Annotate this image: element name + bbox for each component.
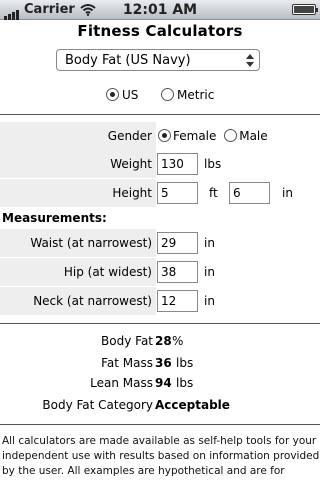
unit-us-option[interactable]: US (106, 87, 138, 102)
gender-female-label: Female (173, 128, 217, 143)
unit-metric-radio[interactable] (161, 88, 174, 101)
battery-icon (292, 4, 318, 15)
height-label: Height (112, 186, 152, 200)
lean-mass-label: Lean Mass (90, 376, 153, 390)
neck-label: Neck (at narrowest) (33, 294, 152, 308)
body-fat-value: 28 (155, 334, 172, 348)
unit-metric-label: Metric (177, 87, 215, 102)
result-body-fat: Body Fat 28 % (0, 334, 320, 352)
gender-row: Gender Female Male (0, 122, 320, 150)
gender-male-radio[interactable] (224, 129, 238, 142)
weight-input[interactable]: 130 (157, 153, 198, 175)
weight-row: Weight 130 lbs (0, 150, 320, 178)
weight-unit: lbs (204, 157, 222, 171)
divider (0, 114, 320, 115)
waist-input[interactable]: 29 (157, 232, 198, 254)
hip-label: Hip (at widest) (63, 265, 152, 279)
fat-mass-value: 36 (155, 356, 172, 370)
divider (0, 323, 320, 324)
result-lean-mass: Lean Mass 94 lbs (0, 376, 320, 394)
status-time: 12:01 AM (122, 2, 198, 18)
gender-label: Gender (107, 129, 152, 143)
gender-male-label: Male (239, 128, 268, 143)
calculator-select[interactable]: Body Fat (US Navy) (56, 49, 260, 71)
height-feet-unit: ft (209, 186, 218, 200)
weight-label: Weight (110, 157, 152, 171)
waist-row: Waist (at narrowest) 29 in (0, 229, 320, 257)
page-title: Fitness Calculators (77, 22, 243, 40)
measurements-heading: Measurements: (2, 211, 107, 225)
disclaimer-text: All calculators are made available as se… (2, 435, 320, 477)
status-bar: Carrier 12:01 AM (0, 0, 320, 20)
calculator-select-value: Body Fat (US Navy) (65, 53, 191, 68)
divider (0, 424, 320, 425)
select-arrows-icon (245, 52, 255, 68)
category-value: Acceptable (155, 398, 230, 412)
body-fat-unit: % (172, 334, 184, 348)
height-row: Height 5 ft 6 in (0, 179, 320, 207)
result-fat-mass: Fat Mass 36 lbs (0, 356, 320, 374)
gender-female-radio[interactable] (158, 129, 171, 142)
waist-unit: in (204, 236, 215, 250)
fat-mass-label: Fat Mass (101, 356, 153, 370)
neck-row: Neck (at narrowest) 12 in (0, 287, 320, 315)
lean-mass-value: 94 (155, 376, 172, 390)
result-category: Body Fat Category Acceptable (0, 398, 320, 416)
unit-us-radio[interactable] (106, 88, 119, 101)
category-label: Body Fat Category (42, 398, 153, 412)
hip-input[interactable]: 38 (157, 261, 198, 283)
fat-mass-unit: lbs (176, 356, 194, 370)
neck-unit: in (204, 294, 215, 308)
unit-metric-option[interactable]: Metric (161, 87, 214, 102)
neck-input[interactable]: 12 (157, 290, 198, 312)
hip-unit: in (204, 265, 215, 279)
lean-mass-unit: lbs (176, 376, 194, 390)
hip-row: Hip (at widest) 38 in (0, 258, 320, 286)
unit-us-label: US (122, 87, 139, 102)
height-inches-unit: in (282, 186, 293, 200)
height-inches-input[interactable]: 6 (229, 182, 270, 204)
body-fat-label: Body Fat (101, 334, 153, 348)
height-feet-input[interactable]: 5 (157, 182, 198, 204)
waist-label: Waist (at narrowest) (30, 236, 152, 250)
